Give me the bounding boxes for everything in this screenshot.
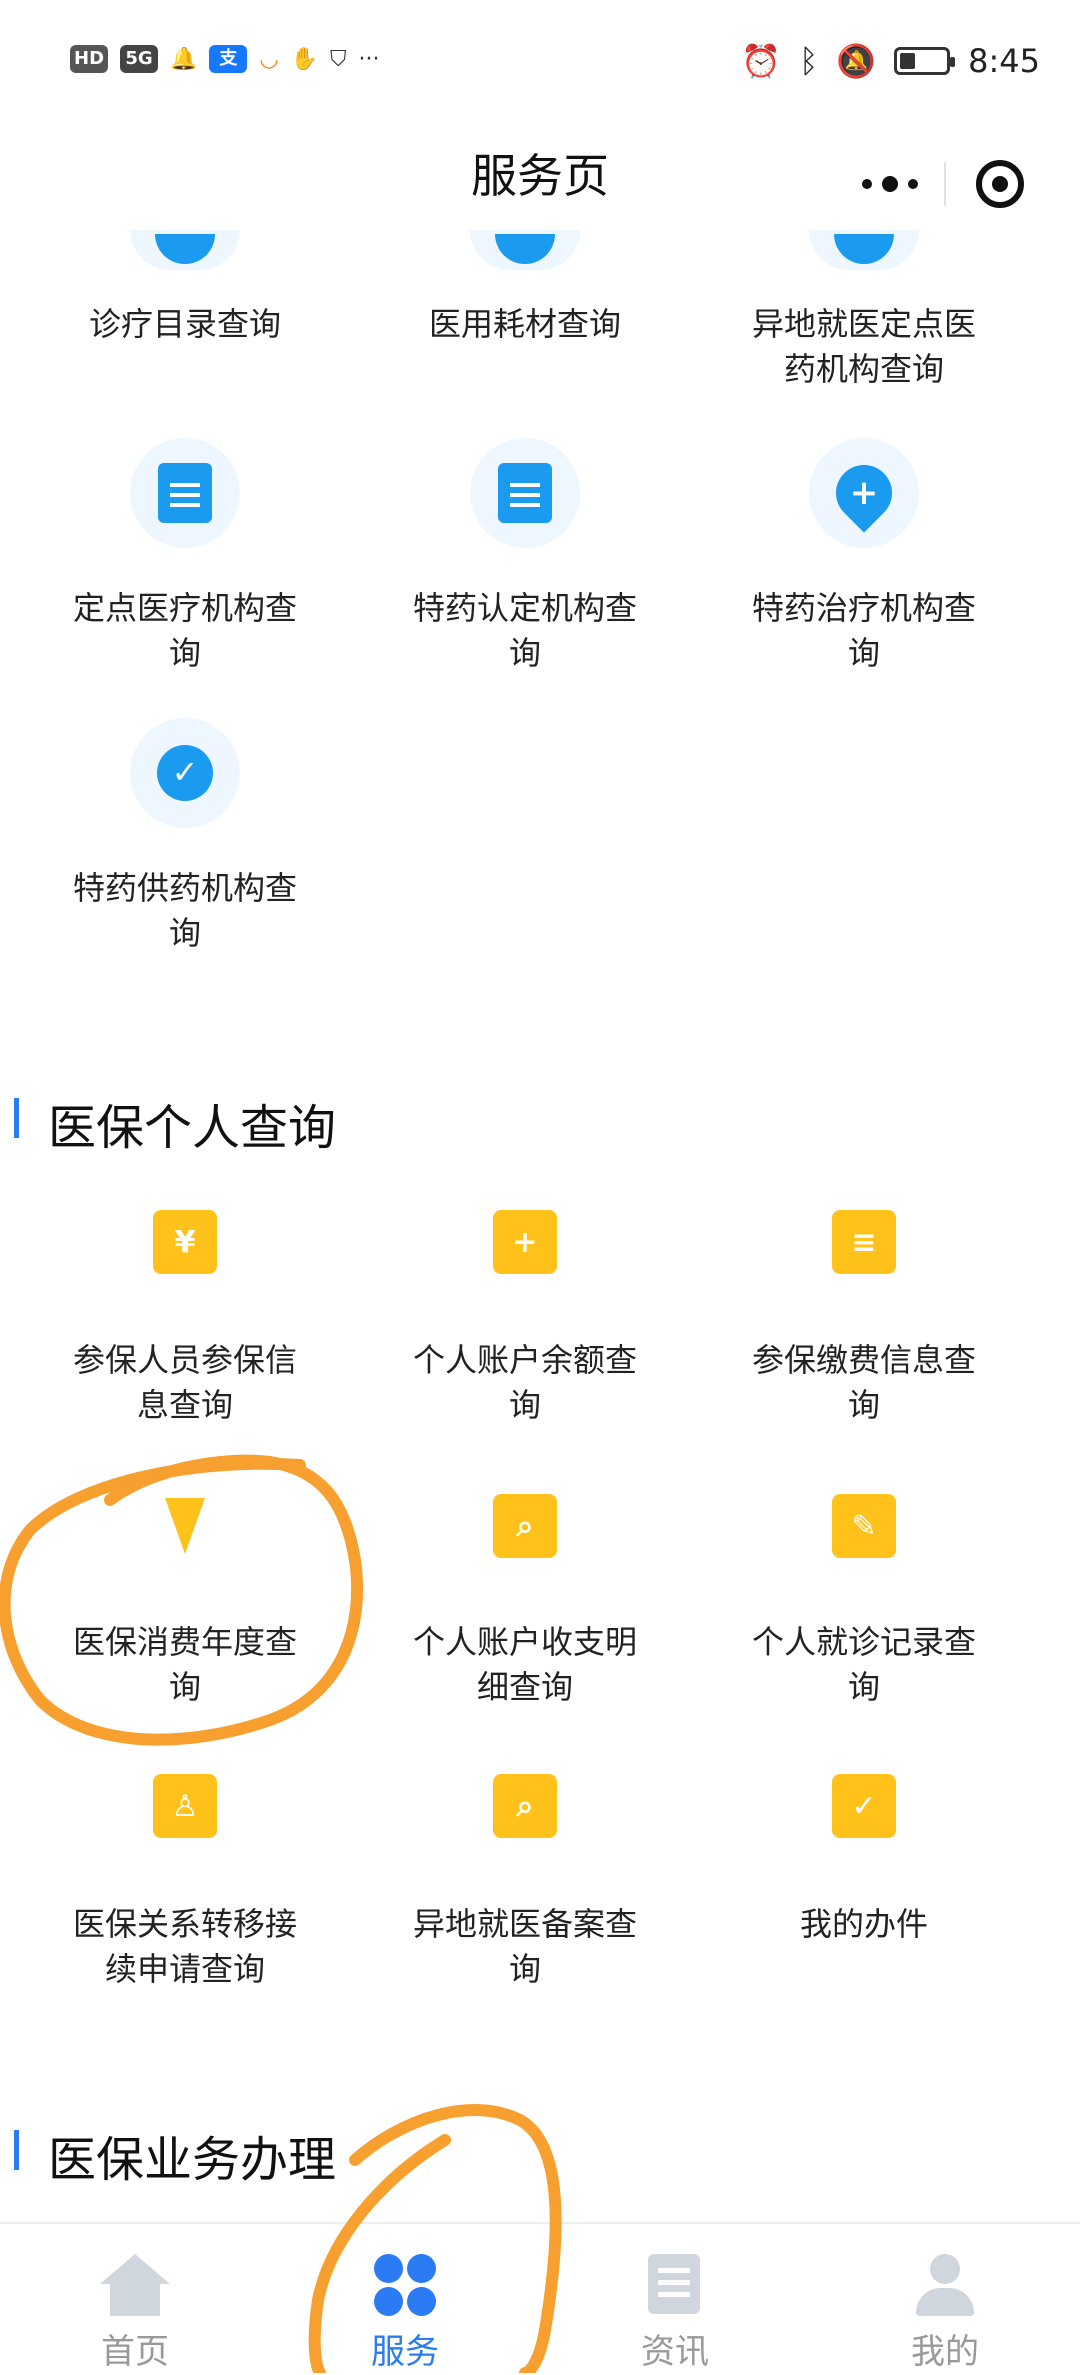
person-icon (910, 2254, 980, 2316)
service-item-label: 异地就医备案查询 (412, 1905, 637, 1988)
tab-bar: 首页 服务 资讯 我的 (0, 2222, 1080, 2375)
service-item-label: 个人账户余额查询 (412, 1341, 637, 1424)
close-button[interactable] (946, 152, 1054, 216)
status-bar: HD 5G 🔔 支 ◡ ✋ ⛉ ··· ⏰ ᛒ 🔕 8:45 (0, 0, 1080, 130)
target-icon (976, 160, 1024, 208)
check-location-icon (130, 718, 240, 828)
tab-label: 我的 (911, 2332, 979, 2372)
service-item-label: 参保缴费信息查询 (751, 1341, 976, 1424)
section-title-personal-query: 医保个人查询 (48, 1100, 337, 1156)
service-item-label: 医用耗材查询 (428, 305, 621, 343)
service-item-label: 个人就诊记录查询 (751, 1623, 976, 1706)
blue-partial-icon (470, 230, 580, 270)
service-item-label: 特药供药机构查询 (72, 869, 297, 952)
status-icons-right: ⏰ ᛒ 🔕 8:45 (741, 42, 1040, 80)
blue-partial-icon (809, 230, 919, 270)
service-item-label: 个人账户收支明细查询 (412, 1623, 637, 1706)
medical-kit-icon: + (493, 1210, 557, 1274)
mini-program-capsule (836, 152, 1054, 216)
dot-icon (908, 179, 918, 189)
service-item-label: 定点医疗机构查询 (72, 589, 297, 672)
bluetooth-icon: ᛒ (799, 42, 819, 80)
tie-icon (153, 1494, 217, 1558)
service-item-label: 医保消费年度查询 (72, 1623, 297, 1706)
wallet-icon: ¥ (153, 1210, 217, 1274)
section-accent-bar (14, 2130, 19, 2170)
nav-bar: 服务页 (0, 130, 1080, 230)
section-title-business: 医保业务办理 (48, 2132, 337, 2188)
mute-icon: 🔕 (836, 42, 877, 80)
location-document-icon (470, 438, 580, 548)
app-icon: ◡ (259, 46, 279, 72)
service-item-label: 异地就医定点医药机构查询 (751, 305, 976, 388)
service-item-label: 医保关系转移接续申请查询 (72, 1905, 297, 1988)
tab-news[interactable]: 资讯 (540, 2224, 810, 2375)
tab-label: 资讯 (641, 2332, 709, 2372)
medical-pin-icon (809, 438, 919, 548)
document-icon (130, 438, 240, 548)
shield-icon: ⛉ (330, 46, 347, 72)
tab-service[interactable]: 服务 (270, 2224, 540, 2375)
dot-icon (862, 179, 872, 189)
home-icon (100, 2254, 170, 2316)
battery-icon (894, 47, 956, 75)
bell-icon: 🔔 (170, 46, 198, 72)
tab-home[interactable]: 首页 (0, 2224, 270, 2375)
service-item-label: 特药认定机构查询 (412, 589, 637, 672)
stamp-icon: ✓ (832, 1774, 896, 1838)
clock: 8:45 (968, 42, 1040, 80)
badge-icon: ♙ (153, 1774, 217, 1838)
search-document-icon: ⌕ (493, 1774, 557, 1838)
tab-label: 服务 (371, 2332, 439, 2372)
alarm-icon: ⏰ (741, 42, 782, 80)
alipay-icon: 支 (209, 45, 248, 73)
service-item-label: 我的办件 (799, 1905, 928, 1943)
person-document-icon: ≡ (832, 1210, 896, 1274)
tab-label: 首页 (101, 2332, 169, 2372)
status-icons-left: HD 5G 🔔 支 ◡ ✋ ⛉ ··· (70, 45, 380, 73)
clover-icon (370, 2254, 440, 2316)
service-item-label: 特药治疗机构查询 (751, 589, 976, 672)
edit-document-icon: ✎ (832, 1494, 896, 1558)
section-accent-bar (14, 1098, 19, 1138)
signal-icon: 5G (120, 45, 159, 73)
hd-icon: HD (70, 45, 109, 73)
dot-icon (882, 176, 898, 192)
search-document-icon: ⌕ (493, 1494, 557, 1558)
more-button[interactable] (836, 152, 944, 216)
tab-me[interactable]: 我的 (810, 2224, 1080, 2375)
more-status-icon: ··· (358, 46, 380, 72)
service-item-label: 诊疗目录查询 (88, 305, 281, 343)
news-icon (640, 2254, 710, 2316)
service-item-label: 参保人员参保信息查询 (72, 1341, 297, 1424)
hand-icon: ✋ (290, 46, 319, 72)
blue-partial-icon (130, 230, 240, 270)
